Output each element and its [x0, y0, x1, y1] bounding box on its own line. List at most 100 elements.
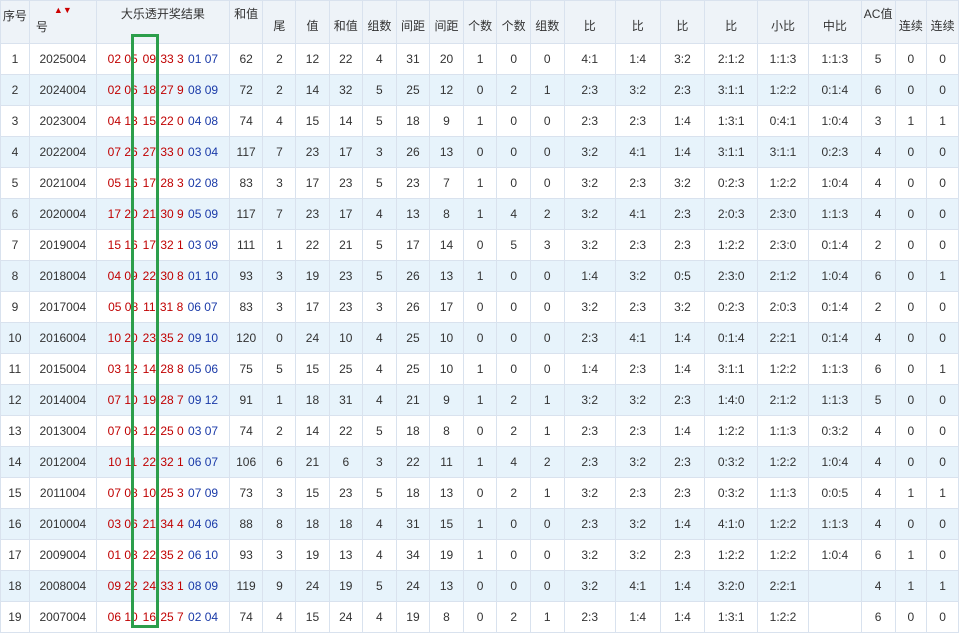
row-gap2: 11 [429, 446, 464, 478]
header-period[interactable]: ▲▼ 号 [28, 0, 97, 44]
row-value: 24 [295, 570, 330, 602]
header-count2[interactable]: 个数 [496, 0, 531, 44]
row-ratio2: 2:3 [614, 477, 661, 509]
row-count2: 4 [496, 446, 531, 478]
blue-balls: 07 09 [188, 486, 219, 500]
sort-icon[interactable]: ▲▼ [54, 5, 72, 15]
header-consec1[interactable]: 连续 [894, 0, 928, 44]
header-gap1[interactable]: 间距 [395, 0, 431, 44]
header-ratio4[interactable]: 比 [704, 0, 759, 44]
header-seq[interactable]: 序号 [0, 0, 30, 44]
header-count1[interactable]: 个数 [462, 0, 498, 44]
table-row[interactable]: 9 2017004 05 08 11 8 31 06 07 83 3 17 23 3 26 17 0 0 0 3… [0, 291, 959, 323]
lottery-stats-table: 序号 ▲▼ 号 大乐透开奖结果 和值 尾 值 和值 组数 间距 间距 个数 个数… [0, 0, 959, 633]
row-tail: 7 [262, 198, 297, 230]
row-tail: 0 [262, 322, 297, 354]
table-row[interactable]: 17 2009004 01 03 22 2 35 06 10 93 3 19 13 4 34 19 1 0 0… [0, 539, 959, 571]
red-ball-highlighted: 22 [142, 548, 157, 562]
row-ratio3: 2:3 [659, 446, 706, 478]
table-row[interactable]: 5 2021004 05 16 17 3 28 02 08 83 3 17 23 5 23 7 1 0 0 3:… [0, 167, 959, 199]
row-groups: 5 [362, 167, 397, 199]
table-row[interactable]: 10 2016004 10 20 23 2 35 09 10 120 0 24 10 4 25 10 0 0… [0, 322, 959, 354]
table-row[interactable]: 3 2023004 04 13 15 0 22 04 08 74 4 15 14 5 18 9 1 0 0 2:… [0, 105, 959, 137]
table-row[interactable]: 19 2007004 06 10 16 7 25 02 04 74 4 15 24 4 19 8 0 2 1 2… [0, 601, 959, 633]
table-row[interactable]: 18 2008004 09 22 24 1 33 08 09 119 9 24 19 5 24 13 0 0… [0, 570, 959, 602]
header-value[interactable]: 值 [295, 0, 330, 44]
row-ratio1: 3:2 [563, 539, 616, 571]
header-result[interactable]: 大乐透开奖结果 [95, 0, 230, 44]
row-ratio3: 1:4 [659, 508, 706, 540]
row-ac: 2 [860, 291, 896, 323]
row-ratio3: 2:3 [659, 74, 706, 106]
row-ratio5: 3:1:1 [757, 136, 809, 168]
row-tail: 3 [262, 167, 297, 199]
header-tail[interactable]: 尾 [262, 0, 297, 44]
row-gap1: 34 [395, 539, 431, 571]
header-ac-label: AC值 [863, 7, 893, 21]
header-sum-value[interactable]: 和值 [328, 0, 364, 44]
red-ball-highlighted: 23 [142, 331, 157, 345]
table-row[interactable]: 11 2015004 03 12 14 8 28 05 06 75 5 15 25 4 25 10 1 0 0… [0, 353, 959, 385]
row-groups2: 0 [529, 43, 565, 75]
row-consec1: 1 [894, 539, 928, 571]
row-ratio3: 3:2 [659, 43, 706, 75]
header-consec2[interactable]: 连续 [926, 0, 959, 44]
header-groups2[interactable]: 组数 [529, 0, 565, 44]
header-ac[interactable]: AC值 [860, 0, 896, 44]
header-ratio6[interactable]: 中比 [807, 0, 862, 44]
header-ratio5[interactable]: 小比 [757, 0, 809, 44]
row-gap1: 25 [395, 322, 431, 354]
table-row[interactable]: 6 2020004 17 20 21 9 30 05 09 117 7 23 17 4 13 8 1 4 2 3… [0, 198, 959, 230]
red-balls-front: 03 06 [107, 517, 138, 531]
row-ac: 4 [860, 322, 896, 354]
row-gap2: 8 [429, 415, 464, 447]
row-count1: 1 [462, 198, 498, 230]
row-count2: 0 [496, 353, 531, 385]
row-ac: 3 [860, 105, 896, 137]
row-gap2: 15 [429, 508, 464, 540]
table-row[interactable]: 4 2022004 07 26 27 0 33 03 04 117 7 23 17 3 26 13 0 0 0… [0, 136, 959, 168]
table-row[interactable]: 7 2019004 15 16 17 1 32 03 09 111 1 22 21 5 17 14 0 5 3… [0, 229, 959, 261]
header-ratio1[interactable]: 比 [563, 0, 616, 44]
red-balls-front: 10 11 [108, 455, 138, 469]
row-ratio6: 1:0:4 [807, 167, 862, 199]
table-row[interactable]: 13 2013004 07 08 12 0 25 03 07 74 2 14 22 5 18 8 0 2 1 2… [0, 415, 959, 447]
table-row[interactable]: 14 2012004 10 11 22 1 32 06 07 106 6 21 6 3 22 11 1 4 2… [0, 446, 959, 478]
row-ac: 4 [860, 415, 896, 447]
row-consec2: 0 [926, 74, 959, 106]
row-result: 07 08 10 3 25 07 09 [95, 477, 230, 509]
header-tail-label: 尾 [273, 19, 286, 33]
table-row[interactable]: 8 2018004 04 09 22 8 30 01 10 93 3 19 23 5 26 13 1 0 0 1… [0, 260, 959, 292]
header-ratio2[interactable]: 比 [614, 0, 661, 44]
row-sum: 106 [228, 446, 264, 478]
row-ratio2: 4:1 [614, 322, 661, 354]
row-tail: 7 [262, 136, 297, 168]
row-gap2: 12 [429, 74, 464, 106]
table-row[interactable]: 16 2010004 03 06 21 4 34 04 06 88 8 18 18 4 31 15 1 0 0… [0, 508, 959, 540]
header-gap2[interactable]: 间距 [429, 0, 464, 44]
row-seq: 17 [0, 539, 30, 571]
row-ratio3: 0:5 [659, 260, 706, 292]
row-count2: 0 [496, 539, 531, 571]
table-row[interactable]: 15 2011004 07 08 10 3 25 07 09 73 3 15 23 5 18 13 0 2 1… [0, 477, 959, 509]
row-sum-value: 6 [328, 446, 364, 478]
blue-balls: 03 04 [188, 145, 219, 159]
row-count1: 1 [462, 353, 498, 385]
header-sum[interactable]: 和值 [228, 0, 264, 44]
table-row[interactable]: 2 2024004 02 06 18 9 27 08 09 72 2 14 32 5 25 12 0 2 1 2… [0, 74, 959, 106]
row-ac: 4 [860, 570, 896, 602]
row-ratio5: 2:2:1 [757, 570, 809, 602]
header-groups[interactable]: 组数 [362, 0, 397, 44]
row-ratio5: 1:2:2 [757, 508, 809, 540]
header-ratio3[interactable]: 比 [659, 0, 706, 44]
row-groups2: 0 [529, 136, 565, 168]
row-count1: 1 [462, 43, 498, 75]
row-gap1: 23 [395, 167, 431, 199]
row-sum: 117 [228, 136, 264, 168]
row-consec2: 0 [926, 508, 959, 540]
header-ratio2-label: 比 [631, 19, 644, 33]
row-ratio2: 3:2 [614, 508, 661, 540]
table-row[interactable]: 1 2025004 02 05 09 3 33 01 07 62 2 12 22 4 31 20 1 0 0 4… [0, 43, 959, 75]
table-row[interactable]: 12 2014004 07 10 19 7 28 09 12 91 1 18 31 4 21 9 1 2 1 3… [0, 384, 959, 416]
red-ball-highlighted: 21 [142, 207, 157, 221]
